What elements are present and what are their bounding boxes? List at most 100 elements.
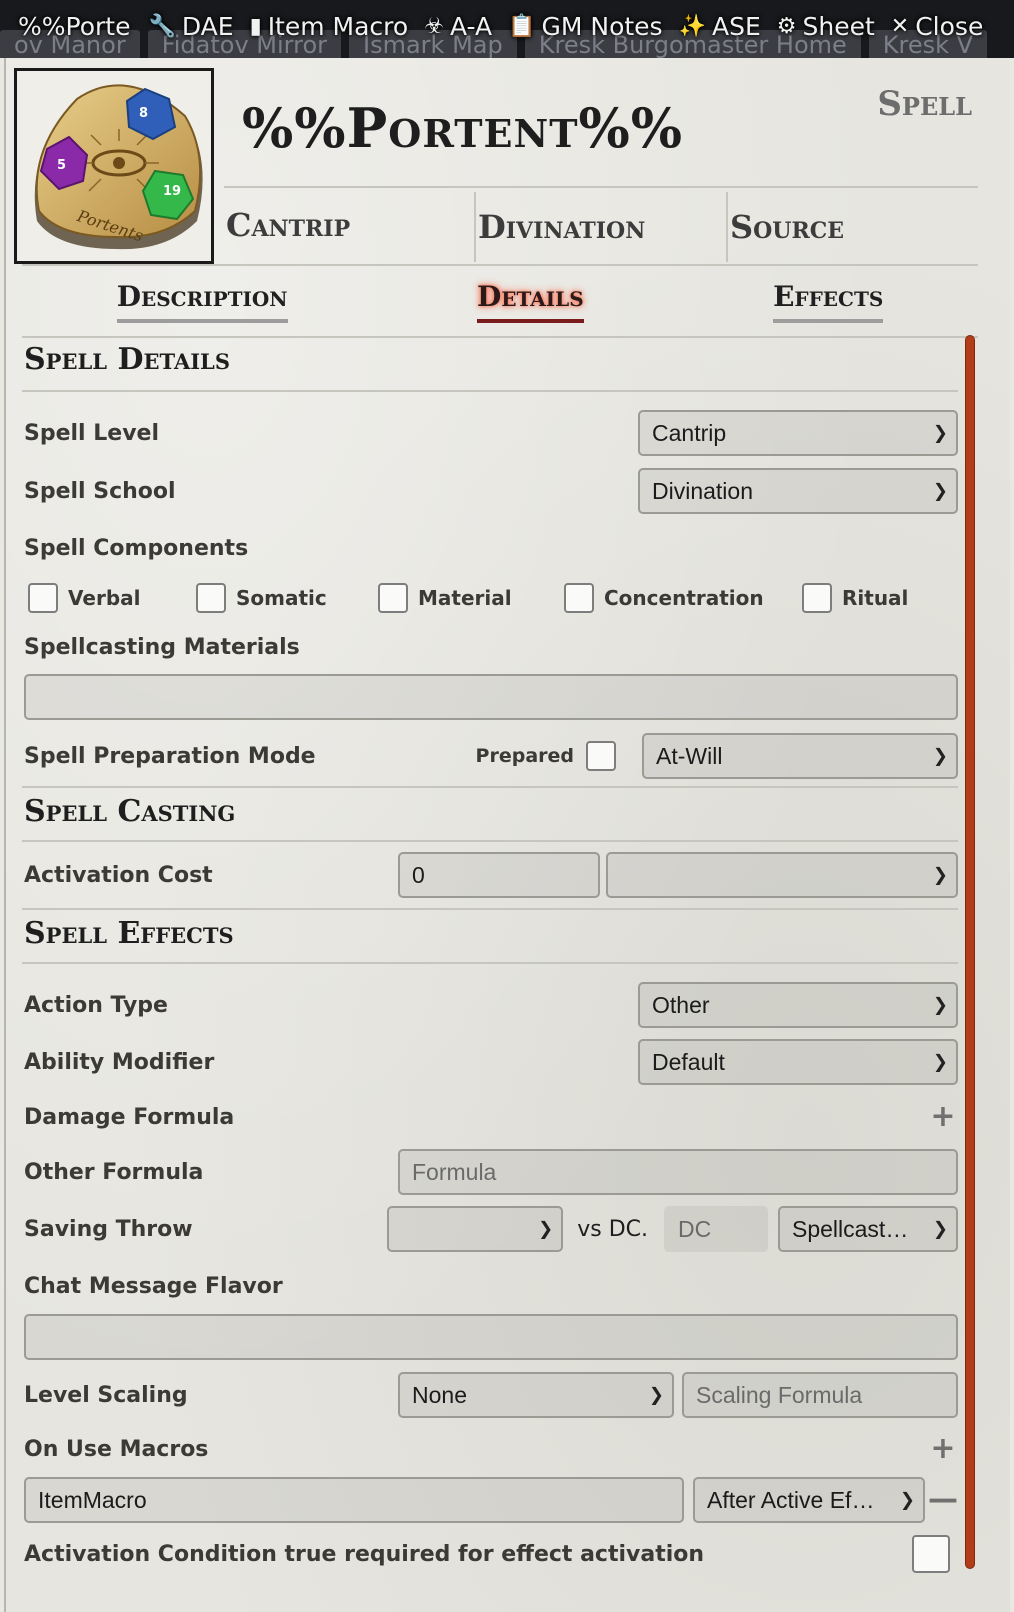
scaling-mode-select[interactable]: None <box>398 1372 674 1418</box>
dae-button[interactable]: 🔧 DAE <box>148 12 233 41</box>
concentration-checkbox[interactable] <box>564 583 594 613</box>
preparation-mode-select[interactable]: At-Will <box>642 733 958 779</box>
dc-input[interactable] <box>664 1206 768 1252</box>
chat-flavor-input[interactable] <box>24 1314 958 1360</box>
verbal-checkbox[interactable] <box>28 583 58 613</box>
spell-level-row: Spell Level Cantrip ❯ <box>22 404 958 462</box>
ritual-label: Ritual <box>842 586 909 610</box>
ability-modifier-label: Ability Modifier <box>24 1049 215 1075</box>
preparation-controls: Prepared At-Will ❯ <box>476 733 958 779</box>
sd-card-icon: ▮ <box>249 13 262 39</box>
sheet-button[interactable]: ⚙ Sheet <box>777 12 875 41</box>
close-button[interactable]: ✕ Close <box>891 12 984 41</box>
source-summary[interactable]: Source <box>726 192 978 262</box>
on-use-macros-label: On Use Macros <box>24 1436 209 1462</box>
tab-effects[interactable]: Effects <box>773 280 884 323</box>
scaling-formula-input[interactable] <box>682 1372 958 1418</box>
ability-modifier-select[interactable]: Default <box>638 1039 958 1085</box>
spell-level-select[interactable]: Cantrip <box>638 410 958 456</box>
ability-modifier-wrap: Default ❯ <box>638 1039 958 1085</box>
item-sheet: 8 5 19 Portents %%Portent%% Spell Cantri… <box>4 58 1010 1612</box>
section-spell-casting: Spell Casting <box>22 788 958 842</box>
spellcasting-materials-label: Spellcasting Materials <box>24 634 300 660</box>
spell-school-row: Spell School Divination ❯ <box>22 462 958 520</box>
window-title: %%Porte <box>18 11 131 41</box>
macro-timing-select[interactable]: After Active Ef… <box>693 1477 925 1523</box>
saving-throw-label: Saving Throw <box>24 1216 193 1242</box>
activation-type-wrap: ❯ <box>606 852 958 898</box>
activation-condition-checkbox[interactable] <box>912 1535 950 1573</box>
activation-controls: ❯ <box>398 852 958 898</box>
dc-source-select[interactable]: Spellcast… <box>778 1206 958 1252</box>
activation-type-select[interactable] <box>606 852 958 898</box>
tab-details[interactable]: Details <box>476 280 584 323</box>
automated-animations-button[interactable]: ☣ A-A <box>424 12 492 41</box>
macro-name-input[interactable] <box>24 1477 684 1523</box>
material-label: Material <box>418 586 512 610</box>
close-icon: ✕ <box>890 13 910 39</box>
saving-throw-row: Saving Throw ❯ vs DC. Spellcast… ❯ <box>22 1200 958 1258</box>
item-macro-button[interactable]: ▮ Item Macro <box>250 12 409 41</box>
level-scaling-controls: None ❯ <box>398 1372 958 1418</box>
sheet-label: Sheet <box>802 11 875 41</box>
scaling-mode-wrap: None ❯ <box>398 1372 674 1418</box>
somatic-checkbox[interactable] <box>196 583 226 613</box>
item-image[interactable]: 8 5 19 Portents <box>14 68 214 264</box>
material-component[interactable]: Material <box>378 583 564 613</box>
activation-condition-label: Activation Condition true required for e… <box>24 1541 705 1567</box>
ase-button[interactable]: ✨ ASE <box>679 12 761 41</box>
spellcasting-materials-input[interactable] <box>24 674 958 720</box>
somatic-component[interactable]: Somatic <box>196 583 378 613</box>
spell-school-label: Spell School <box>24 478 176 504</box>
materials-field-wrap <box>22 674 958 726</box>
spell-level-label: Spell Level <box>24 420 159 446</box>
save-ability-select[interactable] <box>387 1206 564 1252</box>
tab-description[interactable]: Description <box>116 280 288 323</box>
add-damage-button[interactable]: + <box>928 1102 958 1132</box>
material-checkbox[interactable] <box>378 583 408 613</box>
spell-preparation-row: Spell Preparation Mode Prepared At-Will … <box>22 726 958 788</box>
spell-preparation-label: Spell Preparation Mode <box>24 743 316 769</box>
remove-macro-button[interactable]: — <box>928 1485 958 1515</box>
gm-notes-label: GM Notes <box>541 11 663 41</box>
macro-timing-wrap: After Active Ef… ❯ <box>693 1477 925 1523</box>
biohazard-icon: ☣ <box>424 13 444 39</box>
action-type-select[interactable]: Other <box>638 982 958 1028</box>
concentration-component[interactable]: Concentration <box>564 583 802 613</box>
ase-label: ASE <box>711 11 761 41</box>
prepared-label: Prepared <box>475 745 574 767</box>
window-header: ov Manor Fidatov Mirror Ismark Map Kresk… <box>0 0 1014 58</box>
spell-school-summary: Divination <box>474 192 726 262</box>
item-name[interactable]: %%Portent%% <box>242 88 683 168</box>
ritual-checkbox[interactable] <box>802 583 832 613</box>
item-macro-label: Item Macro <box>267 11 409 41</box>
verbal-label: Verbal <box>68 586 141 610</box>
item-summary: Cantrip Divination Source <box>224 186 978 262</box>
activation-cost-input[interactable] <box>398 852 600 898</box>
ability-modifier-row: Ability Modifier Default ❯ <box>22 1034 958 1090</box>
verbal-component[interactable]: Verbal <box>24 583 196 613</box>
activation-cost-label: Activation Cost <box>24 862 213 888</box>
ritual-component[interactable]: Ritual <box>802 583 908 613</box>
magic-wand-icon: ✨ <box>678 13 706 39</box>
on-use-macros-row: On Use Macros + <box>22 1424 958 1474</box>
vs-dc-label: vs DC. <box>577 1216 648 1242</box>
automated-animations-label: A-A <box>449 11 493 41</box>
chat-flavor-field-wrap <box>22 1314 958 1366</box>
add-macro-button[interactable]: + <box>928 1434 958 1464</box>
dc-source-wrap: Spellcast… ❯ <box>778 1206 958 1252</box>
scrollbar[interactable] <box>966 336 974 1568</box>
chat-flavor-row: Chat Message Flavor <box>22 1258 958 1314</box>
prepared-checkbox[interactable] <box>586 741 616 771</box>
other-formula-input[interactable] <box>398 1149 958 1195</box>
level-scaling-row: Level Scaling None ❯ <box>22 1366 958 1424</box>
spell-school-select[interactable]: Divination <box>638 468 958 514</box>
save-ability-wrap: ❯ <box>387 1206 564 1252</box>
preparation-mode-wrap: At-Will ❯ <box>642 733 958 779</box>
spell-level-summary: Cantrip <box>226 206 351 244</box>
damage-formula-label: Damage Formula <box>24 1104 235 1130</box>
spellcasting-materials-row: Spellcasting Materials <box>22 620 958 674</box>
gm-notes-button[interactable]: 📋 GM Notes <box>508 12 663 41</box>
activation-cost-row: Activation Cost ❯ <box>22 842 958 910</box>
clipboard-icon: 📋 <box>508 13 536 39</box>
